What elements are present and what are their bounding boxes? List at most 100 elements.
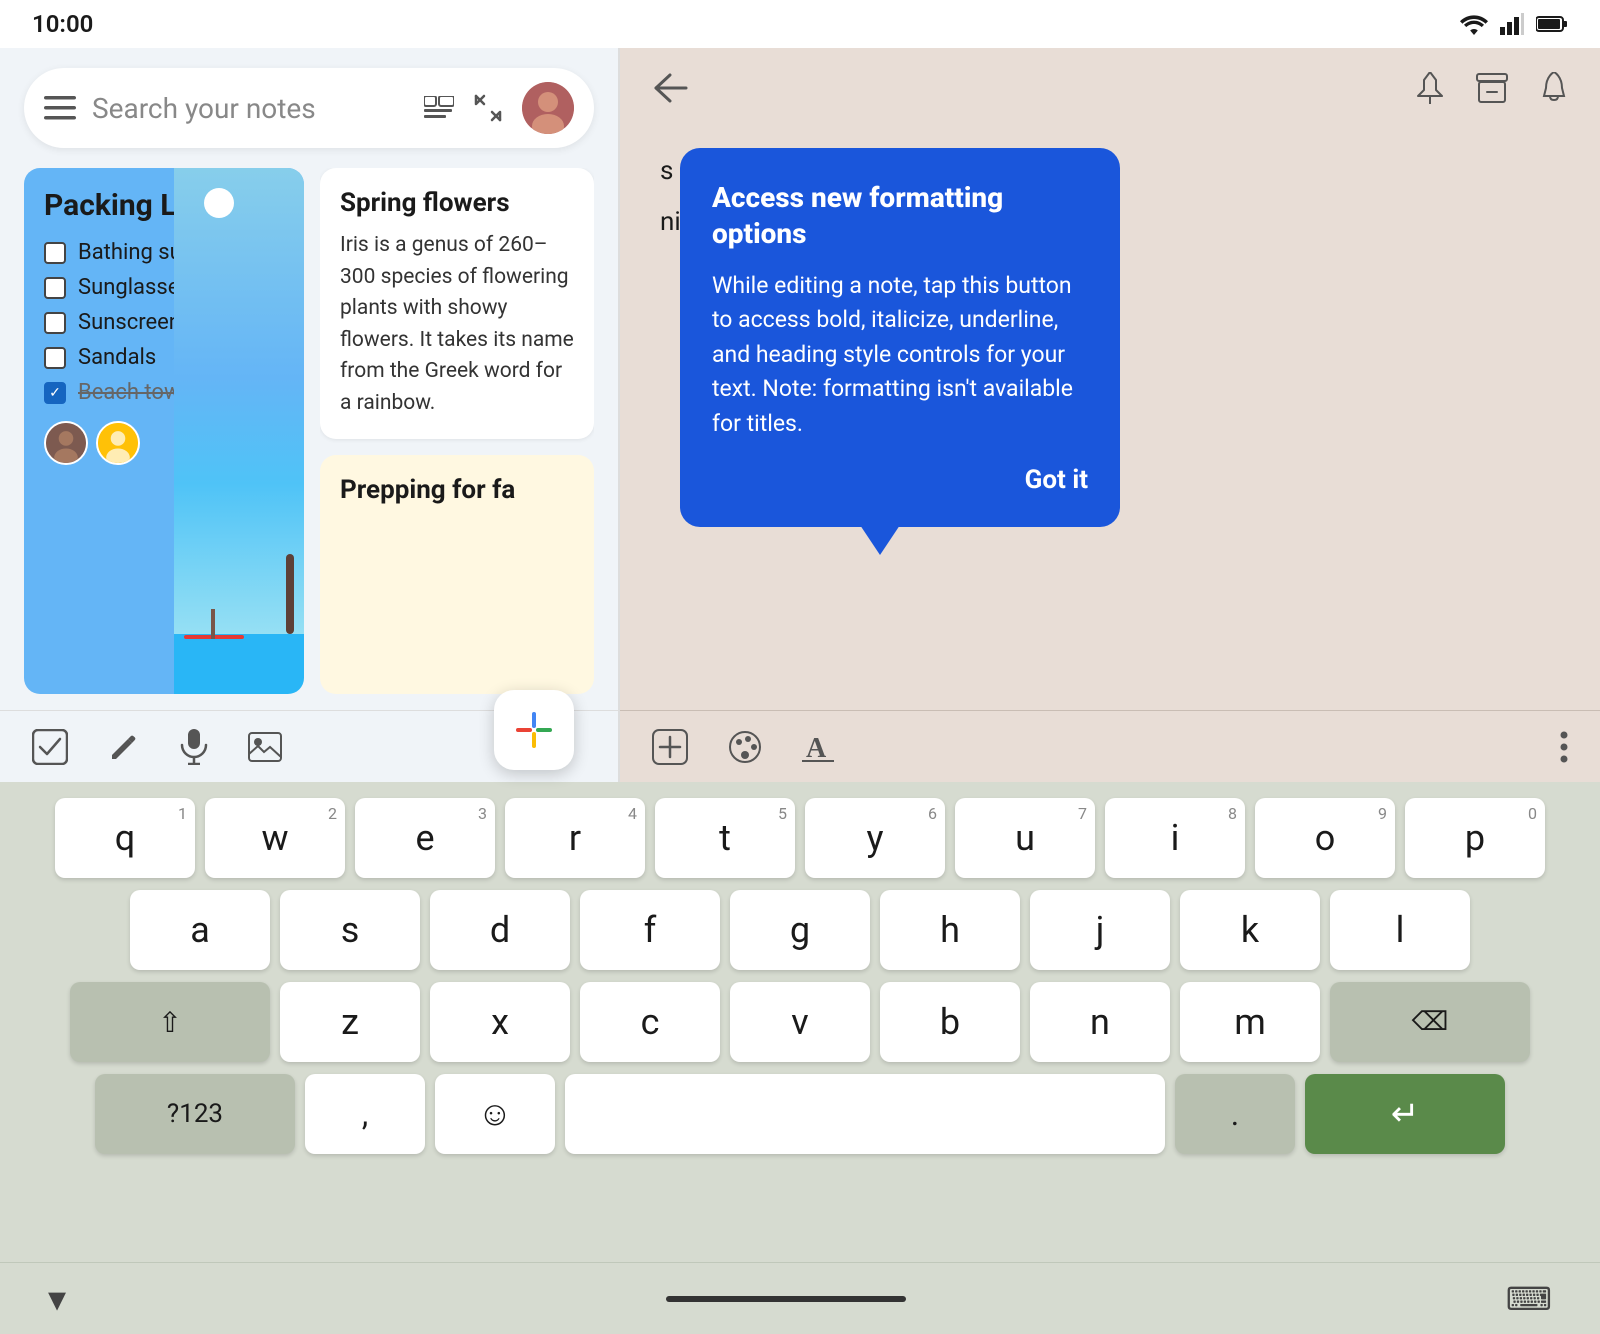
key-i[interactable]: i8 — [1105, 798, 1245, 878]
key-r[interactable]: r4 — [505, 798, 645, 878]
key-c[interactable]: c — [580, 982, 720, 1062]
spring-card-title: Spring flowers — [340, 188, 574, 218]
enter-key[interactable]: ↵ — [1305, 1074, 1505, 1154]
pencil-icon[interactable] — [108, 731, 140, 763]
status-time: 10:00 — [32, 10, 93, 38]
right-top-bar — [620, 48, 1600, 128]
card-avatars — [44, 421, 284, 465]
menu-icon[interactable] — [44, 96, 76, 120]
emoji-key[interactable]: ☺ — [435, 1074, 555, 1154]
key-u[interactable]: u7 — [955, 798, 1095, 878]
key-x[interactable]: x — [430, 982, 570, 1062]
key-t[interactable]: t5 — [655, 798, 795, 878]
home-bar — [666, 1296, 906, 1302]
key-z[interactable]: z — [280, 982, 420, 1062]
status-icons — [1460, 13, 1568, 35]
key-n[interactable]: n — [1030, 982, 1170, 1062]
expand-icon[interactable] — [474, 94, 502, 122]
signal-icon — [1500, 13, 1524, 35]
avatar[interactable] — [522, 82, 574, 134]
tooltip-overlay: Access new formatting options While edit… — [680, 148, 1120, 527]
shift-key[interactable]: ⇧ — [70, 982, 270, 1062]
keyboard-row-1: q1 w2 e3 r4 t5 y6 u7 i8 o9 p0 — [24, 798, 1576, 878]
pin-icon[interactable] — [1416, 72, 1444, 104]
key-g[interactable]: g — [730, 890, 870, 970]
checkbox-sunglasses — [44, 277, 66, 299]
key-h[interactable]: h — [880, 890, 1020, 970]
archive-icon[interactable] — [1476, 73, 1508, 103]
nav-bar: ▾ ⌨ — [0, 1262, 1600, 1334]
key-f[interactable]: f — [580, 890, 720, 970]
add-icon[interactable] — [652, 729, 688, 765]
key-l[interactable]: l — [1330, 890, 1470, 970]
palette-icon[interactable] — [728, 730, 762, 764]
right-bottom-toolbar: A — [620, 710, 1600, 782]
key-b[interactable]: b — [880, 982, 1020, 1062]
checkbox-beach-towel — [44, 382, 66, 404]
notes-grid: Packing List Bathing suit Sunglasses Sun… — [0, 168, 618, 710]
notes-right: Spring flowers Iris is a genus of 260–30… — [320, 168, 594, 694]
collaborator-avatar-1 — [44, 421, 88, 465]
backspace-key[interactable]: ⌫ — [1330, 982, 1530, 1062]
prepping-card[interactable]: Prepping for fa — [320, 455, 594, 694]
collaborator-avatar-2 — [96, 421, 140, 465]
key-p[interactable]: p0 — [1405, 798, 1545, 878]
fab-button[interactable] — [494, 690, 574, 770]
keyboard-area: q1 w2 e3 r4 t5 y6 u7 i8 o9 p0 a s d f g … — [0, 782, 1600, 1262]
mic-icon[interactable] — [180, 729, 208, 765]
key-s[interactable]: s — [280, 890, 420, 970]
key-e[interactable]: e3 — [355, 798, 495, 878]
dot-key[interactable]: . — [1175, 1074, 1295, 1154]
svg-text:A: A — [806, 733, 827, 763]
right-top-bar-icons — [1416, 72, 1568, 104]
got-it-button[interactable]: Got it — [712, 465, 1088, 495]
right-panel: s spp.) nium x oxonianum) Access new for… — [620, 48, 1600, 782]
search-input[interactable]: Search your notes — [92, 92, 408, 125]
checklist-label: Sandals — [78, 345, 156, 370]
tooltip-arrow — [860, 525, 900, 555]
tooltip-title: Access new formatting options — [712, 180, 1088, 253]
prepping-card-title: Prepping for fa — [340, 475, 574, 505]
tooltip-body: While editing a note, tap this button to… — [712, 269, 1088, 442]
keyboard-row-4: ?123 , ☺ . ↵ — [24, 1074, 1576, 1154]
key-j[interactable]: j — [1030, 890, 1170, 970]
search-bar-icons — [424, 82, 574, 134]
checkbox-sunscreen — [44, 312, 66, 334]
wifi-icon — [1460, 13, 1488, 35]
key-k[interactable]: k — [1180, 890, 1320, 970]
checkbox-bathing-suit — [44, 242, 66, 264]
space-key[interactable] — [565, 1074, 1165, 1154]
keyboard-switcher-icon[interactable]: ⌨ — [1506, 1280, 1552, 1318]
format-text-icon[interactable]: A — [802, 731, 834, 763]
key-d[interactable]: d — [430, 890, 570, 970]
back-icon[interactable] — [652, 73, 688, 103]
checklist-label: Sunscreen — [78, 310, 181, 335]
more-icon[interactable] — [1560, 731, 1568, 763]
keyboard-row-3: ⇧ z x c v b n m ⌫ — [24, 982, 1576, 1062]
grid-view-icon[interactable] — [424, 96, 454, 120]
key-m[interactable]: m — [1180, 982, 1320, 1062]
key-w[interactable]: w2 — [205, 798, 345, 878]
comma-key[interactable]: , — [305, 1074, 425, 1154]
key-v[interactable]: v — [730, 982, 870, 1062]
search-bar[interactable]: Search your notes — [24, 68, 594, 148]
keyboard-row-2: a s d f g h j k l — [24, 890, 1576, 970]
hide-keyboard-icon[interactable]: ▾ — [48, 1278, 66, 1320]
left-panel: Search your notes — [0, 48, 620, 782]
packing-card[interactable]: Packing List Bathing suit Sunglasses Sun… — [24, 168, 304, 694]
fab-plus-icon — [508, 704, 560, 756]
num-key[interactable]: ?123 — [95, 1074, 295, 1154]
checkbox-sandals — [44, 347, 66, 369]
image-icon[interactable] — [248, 732, 282, 762]
checkbox-icon[interactable] — [32, 729, 68, 765]
main-split: Search your notes — [0, 48, 1600, 782]
key-a[interactable]: a — [130, 890, 270, 970]
key-q[interactable]: q1 — [55, 798, 195, 878]
spring-card-text: Iris is a genus of 260–300 species of fl… — [340, 230, 574, 419]
key-o[interactable]: o9 — [1255, 798, 1395, 878]
key-y[interactable]: y6 — [805, 798, 945, 878]
spring-card[interactable]: Spring flowers Iris is a genus of 260–30… — [320, 168, 594, 439]
battery-icon — [1536, 15, 1568, 33]
bell-icon[interactable] — [1540, 72, 1568, 104]
tooltip-box: Access new formatting options While edit… — [680, 148, 1120, 527]
